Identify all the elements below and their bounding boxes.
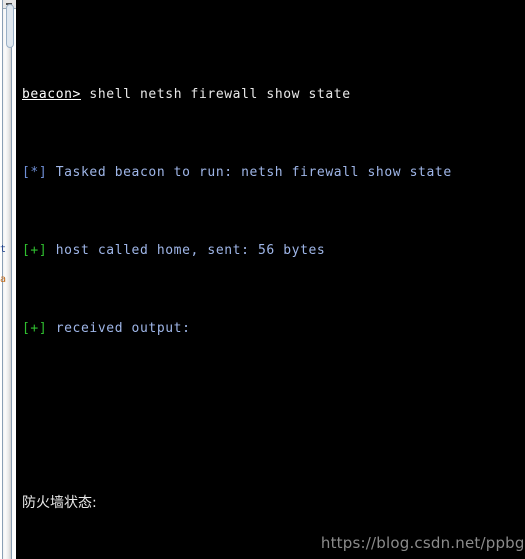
background-text-fragment-t: t <box>0 244 7 255</box>
called-home-tag: [+] <box>22 243 48 258</box>
spacer-line-1 <box>22 396 525 417</box>
console-line-called-home: [+] host called home, sent: 56 bytes <box>22 240 525 261</box>
console-line-prompt: beacon> shell netsh firewall show state <box>22 84 525 105</box>
beacon-prompt: beacon> <box>22 87 81 102</box>
firewall-state-title: 防火墙状态: <box>22 495 97 511</box>
background-window-gutter: t a <box>0 0 16 559</box>
screenshot-root: t a beacon> shell netsh firewall show st… <box>0 0 525 559</box>
beacon-command: shell netsh firewall show state <box>81 87 351 102</box>
console-output-lines: beacon> shell netsh firewall show state … <box>22 8 525 559</box>
console-line-tasked: [*] Tasked beacon to run: netsh firewall… <box>22 162 525 183</box>
tasked-text: Tasked beacon to run: netsh firewall sho… <box>47 165 452 180</box>
console-line-received: [+] received output: <box>22 318 525 339</box>
background-text-fragment-a: a <box>0 274 7 285</box>
tasked-tag: [*] <box>22 165 48 180</box>
received-tag: [+] <box>22 321 48 336</box>
called-home-text: host called home, sent: 56 bytes <box>47 243 326 258</box>
scrollbar-thumb[interactable] <box>6 4 14 48</box>
received-text: received output: <box>47 321 191 336</box>
beacon-console-pane[interactable]: beacon> shell netsh firewall show state … <box>16 0 525 559</box>
